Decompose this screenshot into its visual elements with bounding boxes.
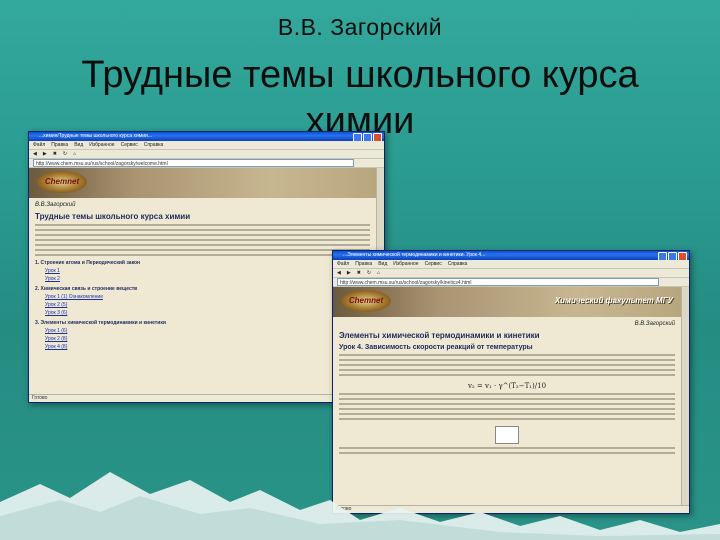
address-bar: http://www.chem.msu.su/rus/school/zagors… <box>29 159 384 168</box>
forward-icon[interactable]: ▶ <box>43 150 47 158</box>
slide-title-line1: Трудные темы школьного курса <box>81 54 639 96</box>
link-lesson[interactable]: Урок 1 (6) <box>45 328 376 334</box>
maximize-icon[interactable] <box>668 252 677 260</box>
menu-view[interactable]: Вид <box>74 141 83 149</box>
stop-icon[interactable]: ✖ <box>357 269 361 277</box>
forward-icon[interactable]: ▶ <box>347 269 351 277</box>
menu-edit[interactable]: Правка <box>51 141 68 149</box>
window-titlebar: ...Элементы химической термодинамики и к… <box>333 251 689 260</box>
section-heading-2: 2. Химическая связь и строение веществ <box>35 286 138 292</box>
menu-view[interactable]: Вид <box>378 260 387 268</box>
toolbar: ◀ ▶ ✖ ↻ ⌂ <box>29 150 384 159</box>
section-heading-3: 3. Элементы химической термодинамики и к… <box>35 320 166 326</box>
menu-edit[interactable]: Правка <box>355 260 372 268</box>
window-titlebar: ...химия/Трудные темы школьного курса хи… <box>29 132 384 141</box>
faculty-name: Химический факультет МГУ <box>554 296 673 305</box>
link-lesson[interactable]: Урок 3 (6) <box>45 310 376 316</box>
site-logo: Chemnet <box>37 171 87 193</box>
mountain-decoration <box>0 472 720 540</box>
menu-bar: Файл Правка Вид Избранное Сервис Справка <box>29 141 384 150</box>
menu-tools[interactable]: Сервис <box>425 260 442 268</box>
page-heading: Элементы химической термодинамики и кине… <box>339 331 540 340</box>
menu-help[interactable]: Справка <box>144 141 164 149</box>
page-author: В.В.Загорский <box>634 321 675 327</box>
back-icon[interactable]: ◀ <box>337 269 341 277</box>
refresh-icon[interactable]: ↻ <box>63 150 67 158</box>
link-lesson[interactable]: Урок 2 (5) <box>45 302 376 308</box>
lesson-title: Урок 4. Зависимость скорости реакций от … <box>339 344 533 351</box>
address-bar: http://www.chem.msu.su/rus/school/zagors… <box>333 278 689 287</box>
section-heading-1: 1. Строение атома и Периодический закон <box>35 260 141 266</box>
site-banner: Chemnet <box>29 168 376 198</box>
home-icon[interactable]: ⌂ <box>73 150 76 158</box>
page-content: Chemnet В.В.Загорский Трудные темы школь… <box>29 168 376 394</box>
close-icon[interactable] <box>678 252 687 260</box>
menu-help[interactable]: Справка <box>448 260 468 268</box>
formula: v₂ = v₁ · γ^(T₂−T₁)/10 <box>467 382 547 390</box>
window-title: ...Элементы химической термодинамики и к… <box>343 252 486 258</box>
menu-favorites[interactable]: Избранное <box>393 260 418 268</box>
menu-tools[interactable]: Сервис <box>121 141 138 149</box>
maximize-icon[interactable] <box>363 133 372 141</box>
menu-bar: Файл Правка Вид Избранное Сервис Справка <box>333 260 689 269</box>
link-lesson[interactable]: Урок 2 (8) <box>45 336 376 342</box>
menu-file[interactable]: Файл <box>33 141 45 149</box>
window-title: ...химия/Трудные темы школьного курса хи… <box>39 133 152 139</box>
stop-icon[interactable]: ✖ <box>53 150 57 158</box>
link-lesson[interactable]: Урок 1 <box>45 268 376 274</box>
site-banner: Chemnet Химический факультет МГУ <box>333 287 681 317</box>
toolbar: ◀ ▶ ✖ ↻ ⌂ <box>333 269 689 278</box>
page-heading: Трудные темы школьного курса химии <box>35 212 191 221</box>
link-lesson[interactable]: Урок 4 (8) <box>45 344 376 350</box>
minimize-icon[interactable] <box>658 252 667 260</box>
link-lesson[interactable]: Урок 1 (1) Ознакомление <box>45 294 376 300</box>
menu-favorites[interactable]: Избранное <box>89 141 114 149</box>
refresh-icon[interactable]: ↻ <box>367 269 371 277</box>
address-input[interactable]: http://www.chem.msu.su/rus/school/zagors… <box>33 159 354 167</box>
site-logo: Chemnet <box>341 290 391 312</box>
address-input[interactable]: http://www.chem.msu.su/rus/school/zagors… <box>337 278 659 286</box>
back-icon[interactable]: ◀ <box>33 150 37 158</box>
close-icon[interactable] <box>373 133 382 141</box>
home-icon[interactable]: ⌂ <box>377 269 380 277</box>
page-author: В.В.Загорский <box>35 202 76 208</box>
slide-author: В.В. Загорский <box>277 14 443 40</box>
formula-box <box>495 426 519 444</box>
minimize-icon[interactable] <box>353 133 362 141</box>
menu-file[interactable]: Файл <box>337 260 349 268</box>
link-lesson[interactable]: Урок 2 <box>45 276 376 282</box>
